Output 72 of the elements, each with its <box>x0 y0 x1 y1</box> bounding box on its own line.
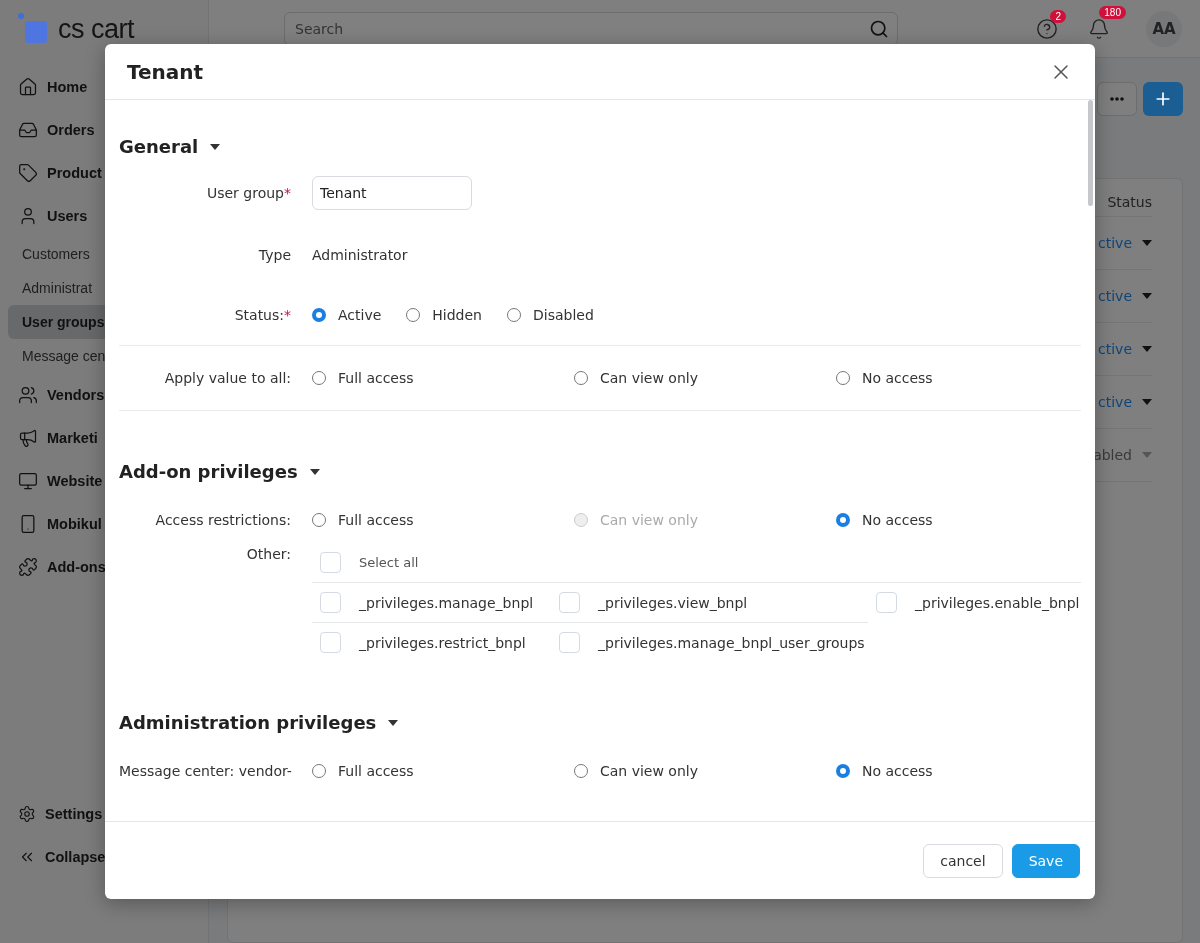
more-button[interactable] <box>1097 82 1137 116</box>
privilege-checkbox[interactable]: _privileges.view_bnpl <box>551 582 868 622</box>
caret-icon <box>1142 293 1152 299</box>
select-all-checkbox[interactable]: Select all <box>312 542 1081 582</box>
caret-icon <box>388 719 399 726</box>
dots-icon <box>1110 97 1124 101</box>
search-icon <box>869 18 889 39</box>
section-header[interactable]: Add-on privileges <box>119 461 320 482</box>
radio-option[interactable]: Full access <box>312 763 574 779</box>
help-icon[interactable] <box>1036 17 1058 40</box>
status-dropdown[interactable]: ctive <box>1098 235 1132 251</box>
sidebar-item[interactable]: Marketi <box>8 416 200 459</box>
section-header[interactable]: General <box>119 136 221 157</box>
status-dropdown[interactable]: abled <box>1093 447 1132 463</box>
input-field[interactable]: Tenant <box>312 176 472 210</box>
save-button[interactable]: Save <box>1011 843 1080 878</box>
search-input[interactable]: Search <box>293 19 869 38</box>
caret-icon <box>1142 399 1152 405</box>
field-label: Message center: vendor- <box>119 763 291 779</box>
caret-icon <box>1142 240 1152 246</box>
sidebar-item[interactable]: Collapse <box>8 835 200 878</box>
tag-icon <box>18 162 38 183</box>
section-header[interactable]: Administration privileges <box>119 712 399 733</box>
puzzle-icon <box>18 556 38 577</box>
status-dropdown[interactable]: ctive <box>1098 288 1132 304</box>
radio-option[interactable]: Hidden <box>406 307 482 323</box>
radio-option[interactable]: Can view only <box>574 763 836 779</box>
bell-icon[interactable] <box>1088 17 1110 40</box>
privilege-checkbox[interactable]: _privileges.enable_bnpl <box>868 582 1081 622</box>
sidebar-item[interactable]: Add-ons <box>8 545 200 588</box>
field-label: Status:* <box>233 307 291 323</box>
notification-badge: 180 <box>1099 5 1126 19</box>
radio-option[interactable]: Full access <box>312 512 574 528</box>
sidebar-item[interactable]: Settings <box>8 792 200 835</box>
logo-icon <box>18 13 50 45</box>
radio-option[interactable]: No access <box>836 763 1081 779</box>
cancel-button[interactable]: cancel <box>923 843 1003 878</box>
scrollbar[interactable] <box>1088 100 1093 206</box>
radio-option[interactable]: Disabled <box>507 307 594 323</box>
users-icon <box>18 384 38 405</box>
privilege-checkbox[interactable]: _privileges.manage_bnpl_user_groups <box>551 622 868 662</box>
field-label: Access restrictions: <box>154 512 291 528</box>
radio-option[interactable]: No access <box>836 512 1081 528</box>
caret-icon <box>309 468 320 475</box>
radio-option[interactable]: No access <box>836 370 1081 386</box>
field-label: Apply value to all: <box>163 370 291 386</box>
monitor-icon <box>18 470 38 491</box>
logo-text: cs cart <box>58 13 134 45</box>
megaphone-icon <box>18 427 38 448</box>
avatar[interactable]: AA <box>1146 10 1182 47</box>
radio-option[interactable]: Full access <box>312 370 574 386</box>
caret-icon <box>210 143 221 150</box>
privilege-checkbox[interactable]: _privileges.restrict_bnpl <box>312 622 551 662</box>
settings-icon <box>18 804 36 823</box>
caret-icon <box>1142 452 1152 458</box>
field-value: Administrator <box>312 247 409 263</box>
field-label: User group* <box>205 185 291 201</box>
radio-option[interactable]: Can view only <box>574 370 836 386</box>
field-label: Other: <box>245 545 291 562</box>
sidebar-item[interactable]: Users <box>8 194 200 237</box>
add-button[interactable] <box>1143 82 1183 116</box>
field-label: Type <box>257 247 291 263</box>
house-icon <box>18 76 38 97</box>
search-field[interactable]: Search <box>284 11 898 46</box>
radio-option[interactable]: Active <box>312 307 382 323</box>
help-badge: 2 <box>1050 9 1066 23</box>
column-header: Status <box>1107 193 1152 210</box>
caret-icon <box>1142 346 1152 352</box>
status-dropdown[interactable]: ctive <box>1098 341 1132 357</box>
status-dropdown[interactable]: ctive <box>1098 394 1132 410</box>
privilege-checkbox[interactable]: _privileges.manage_bnpl <box>312 582 551 622</box>
dialog-title: Tenant <box>127 59 204 84</box>
